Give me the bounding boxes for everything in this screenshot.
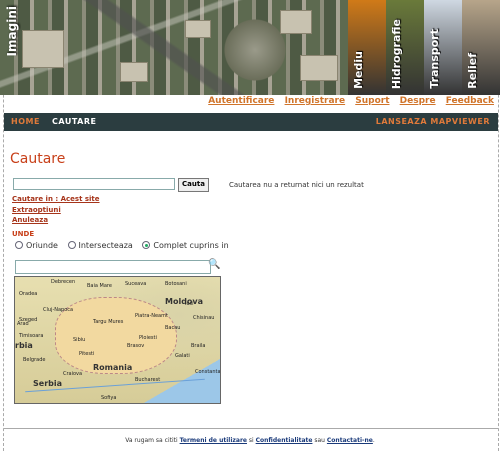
map-city-label: Ploiesti	[139, 335, 157, 341]
radio-label: Intersecteaza	[78, 241, 133, 250]
map-city-label: Galati	[175, 353, 190, 359]
link-feedback[interactable]: Feedback	[446, 96, 494, 106]
map-city-label: Debrecen	[51, 279, 76, 285]
footer-text: sau	[314, 437, 325, 444]
map-city-label: Sibiu	[73, 337, 86, 343]
banner-tile-hidrografie[interactable]: Hidrografie	[386, 0, 424, 95]
top-links: Autentificare Inregistrare Suport Despre…	[201, 96, 494, 106]
link-autentificare[interactable]: Autentificare	[208, 96, 274, 106]
radio-button[interactable]	[67, 241, 76, 249]
radio-button[interactable]	[15, 241, 23, 249]
link-despre[interactable]: Despre	[400, 96, 436, 106]
banner-tile-label: Relief	[466, 53, 479, 89]
anuleaza-link[interactable]: Anuleaza	[12, 216, 48, 224]
extraoptiuni-link[interactable]: Extraoptiuni	[12, 206, 61, 214]
map-city-label: Constanta	[195, 369, 221, 375]
map-city-label: Piatra-Neamt	[135, 313, 168, 319]
spatial-filter-radios: Oriunde Intersecteaza Complet cuprins in	[15, 241, 236, 250]
link-contact[interactable]: Contactati-ne	[327, 437, 373, 444]
banner-label-imagini: Imagini	[5, 6, 19, 57]
radio-label: Complet cuprins in	[153, 241, 229, 250]
map-city-label: Botosani	[165, 281, 187, 287]
link-inregistrare[interactable]: Inregistrare	[285, 96, 346, 106]
search-button[interactable]: Cauta	[178, 178, 209, 192]
nav-home[interactable]: HOME	[11, 117, 40, 126]
nav-cautare[interactable]: CAUTARE	[52, 117, 96, 126]
footer-text: Va rugam sa cititi	[125, 437, 178, 444]
banner-tile-label: Hidrografie	[390, 18, 403, 89]
banner-tile-transport[interactable]: Transport	[424, 0, 462, 95]
link-confidentialitate[interactable]: Confidentialitate	[256, 437, 313, 444]
map-city-label: Cluj-Napoca	[43, 307, 74, 313]
map-city-label: Iasi	[185, 301, 194, 307]
romania-map[interactable]: Moldova rbia Romania Serbia Oradea Baia M…	[14, 276, 221, 404]
result-message: Cautarea nu a returnat nici un rezultat	[229, 181, 364, 189]
banner-tile-mediu[interactable]: Mediu	[348, 0, 386, 95]
unde-label: UNDE	[12, 230, 35, 238]
map-city-label: Craiova	[63, 371, 83, 377]
banner-tile-label: Mediu	[352, 51, 365, 89]
map-city-label: Oradea	[19, 291, 38, 297]
aerial-photo	[0, 0, 348, 95]
radio-intersecteaza[interactable]: Intersecteaza	[67, 241, 133, 250]
map-city-label: Bacau	[165, 325, 181, 331]
map-country-label: Romania	[93, 363, 133, 372]
banner-tile-label: Transport	[428, 29, 441, 89]
map-city-label: Suceava	[125, 281, 147, 287]
map-city-label: Pitesti	[79, 351, 95, 357]
footer: Va rugam sa cititi Termeni de utilizare …	[125, 437, 375, 444]
location-input[interactable]	[15, 260, 211, 274]
binoculars-icon[interactable]: 🔍	[208, 259, 220, 270]
header-banner: Imagini Mediu Hidrografie Transport Relief	[0, 0, 500, 95]
link-suport[interactable]: Suport	[355, 96, 389, 106]
footer-text: si	[248, 437, 254, 444]
map-city-label: Chisinau	[193, 315, 215, 321]
map-city-label: Bucharest	[135, 377, 161, 383]
page-title: Cautare	[10, 151, 66, 167]
radio-oriunde[interactable]: Oriunde	[15, 241, 58, 250]
cautare-in-link[interactable]: Cautare in : Acest site	[12, 195, 100, 203]
map-city-label: Timisoara	[19, 333, 44, 339]
map-city-label: Szeged	[19, 317, 38, 323]
main-nav: HOME CAUTARE LANSEAZA MAPVIEWER	[4, 113, 498, 131]
map-city-label: Targu Mures	[93, 319, 124, 325]
radio-button[interactable]	[142, 241, 151, 249]
link-termeni[interactable]: Termeni de utilizare	[180, 437, 247, 444]
radio-label: Oriunde	[26, 241, 58, 250]
map-city-label: Belgrade	[23, 357, 46, 363]
map-city-label: Sofiya	[101, 395, 117, 401]
map-city-label: Baia Mare	[87, 283, 112, 289]
nav-lanseaza-mapviewer[interactable]: LANSEAZA MAPVIEWER	[376, 117, 490, 126]
footer-divider	[4, 428, 498, 429]
map-city-label: Brasov	[127, 343, 145, 349]
map-country-label: rbia	[15, 341, 33, 350]
map-city-label: Braila	[191, 343, 206, 349]
banner-tile-relief[interactable]: Relief	[462, 0, 500, 95]
search-input[interactable]	[13, 178, 175, 190]
map-country-label: Serbia	[33, 379, 62, 388]
radio-complet-cuprins[interactable]: Complet cuprins in	[142, 241, 229, 250]
